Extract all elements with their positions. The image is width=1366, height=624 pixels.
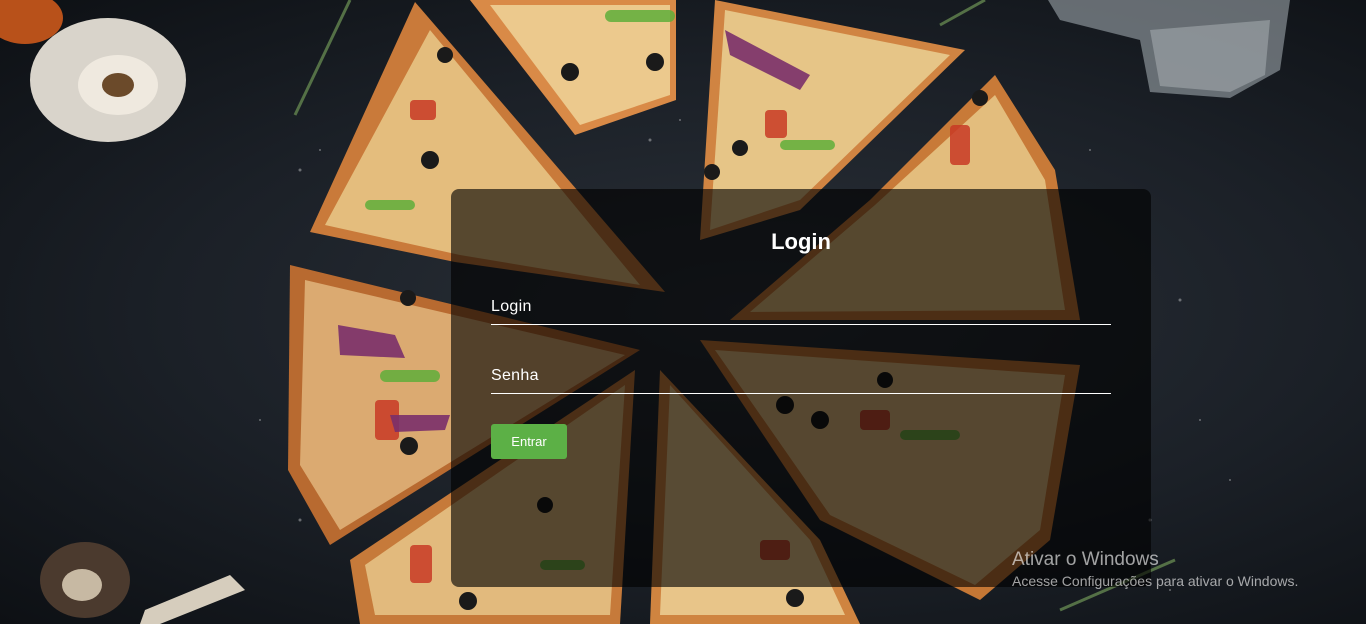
login-input[interactable] xyxy=(491,290,1111,324)
password-input[interactable] xyxy=(491,359,1111,393)
login-card: Login Entrar xyxy=(451,189,1151,587)
windows-activation-watermark: Ativar o Windows Acesse Configurações pa… xyxy=(1012,548,1298,590)
login-title: Login xyxy=(771,229,831,254)
password-field xyxy=(491,359,1111,394)
watermark-title: Ativar o Windows xyxy=(1012,549,1159,570)
login-field xyxy=(491,290,1111,325)
login-page: Login Entrar Ativar o Windows Acesse Con… xyxy=(0,0,1366,624)
watermark-subtitle: Acesse Configurações para ativar o Windo… xyxy=(1012,573,1299,589)
entrar-button[interactable]: Entrar xyxy=(491,424,567,459)
